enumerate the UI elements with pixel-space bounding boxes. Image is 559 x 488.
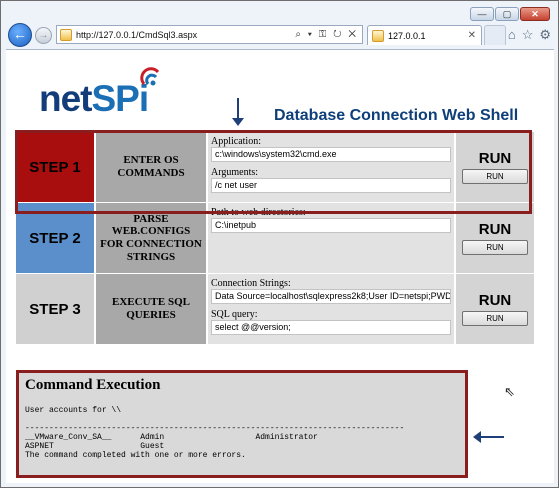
step-label: STEP 3: [16, 274, 94, 344]
url-text[interactable]: http://127.0.0.1/CmdSql3.aspx: [76, 30, 295, 40]
run-heading: RUN: [478, 292, 512, 309]
arrow-right-icon: →: [38, 30, 49, 41]
arrow-down-icon: [232, 98, 244, 126]
connection-strings-label: Connection Strings:: [211, 278, 291, 289]
navigation-bar: ← → http://127.0.0.1/CmdSql3.aspx ⌕ ▾ ⚿ …: [6, 23, 553, 49]
step-inputs: Connection Strings: Data Source=localhos…: [208, 274, 454, 344]
back-button[interactable]: ←: [8, 23, 32, 47]
arrow-left-icon: ←: [13, 26, 27, 42]
web-path-input[interactable]: C:\inetpub: [211, 218, 451, 233]
sql-query-label: SQL query:: [211, 309, 258, 320]
arrow-left-annotation-icon: [473, 431, 504, 443]
new-tab-button[interactable]: [484, 25, 506, 45]
gear-icon[interactable]: ⚙: [539, 27, 551, 43]
step-description: EXECUTE SQL QUERIES: [96, 274, 206, 344]
tab-close-icon[interactable]: ✕: [468, 30, 476, 41]
home-icon[interactable]: ⌂: [508, 27, 516, 43]
step-row-3: STEP 3 EXECUTE SQL QUERIES Connection St…: [16, 274, 534, 344]
forward-button[interactable]: →: [35, 27, 52, 44]
toolbar-icons: ⌂ ☆ ⚙: [508, 27, 551, 43]
address-tools-icons[interactable]: ⌕ ▾ ⚿ ↻ ✕: [295, 29, 358, 40]
output-text: User accounts for \\ -------------------…: [25, 406, 405, 460]
connection-strings-input[interactable]: Data Source=localhost\sqlexpress2k8;User…: [211, 289, 451, 304]
logo-signal-icon: [140, 67, 160, 86]
tab-page-icon: [372, 29, 384, 42]
window-controls: — ▢ ✕: [470, 7, 550, 21]
maximize-button[interactable]: ▢: [495, 7, 519, 21]
netspi-logo: netSPi: [39, 78, 149, 120]
mouse-cursor-icon: ⇖: [504, 384, 515, 399]
page-title: Database Connection Web Shell: [274, 107, 519, 124]
tab-title: 127.0.0.1: [388, 30, 426, 41]
tab-active[interactable]: 127.0.0.1 ✕: [367, 25, 482, 45]
command-output-panel: Command Execution User accounts for \\ -…: [16, 370, 468, 478]
output-title: Command Execution: [25, 377, 161, 393]
favorites-star-icon[interactable]: ☆: [522, 27, 534, 43]
logo-text-net: net: [39, 78, 92, 119]
page-icon: [60, 28, 72, 41]
run-heading: RUN: [478, 221, 512, 238]
run-button-step3[interactable]: RUN: [462, 311, 528, 326]
minimize-button[interactable]: —: [470, 7, 494, 21]
address-bar[interactable]: http://127.0.0.1/CmdSql3.aspx ⌕ ▾ ⚿ ↻ ✕: [56, 25, 363, 44]
run-button-step2[interactable]: RUN: [462, 240, 528, 255]
browser-window: — ▢ ✕ ← → http://127.0.0.1/CmdSql3.aspx …: [0, 0, 559, 488]
run-cell: RUN RUN: [456, 274, 534, 344]
step1-highlight-box: [15, 130, 532, 214]
page-viewport: netSPi Database Connection Web Shell STE…: [6, 49, 554, 483]
close-window-button[interactable]: ✕: [520, 7, 550, 21]
sql-query-input[interactable]: select @@version;: [211, 320, 451, 335]
